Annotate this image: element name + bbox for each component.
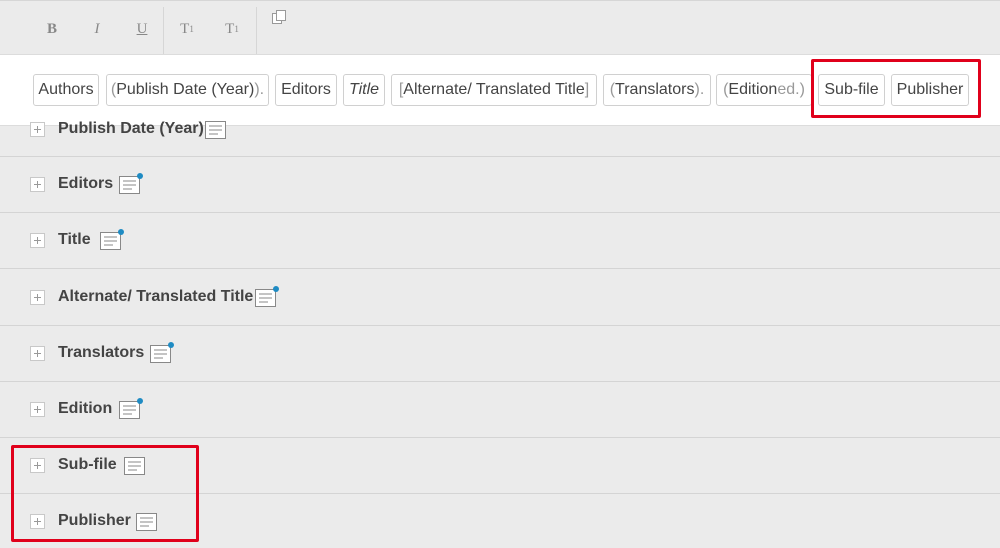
expand-plus-icon[interactable]: [30, 290, 45, 305]
citation-chip-alternate-translated-title[interactable]: [Alternate/ Translated Title]: [391, 74, 597, 106]
bold-button[interactable]: B: [35, 9, 69, 49]
expand-plus-icon[interactable]: [30, 346, 45, 361]
field-row-title: Title: [0, 213, 1000, 269]
italic-button[interactable]: I: [80, 9, 114, 49]
expand-plus-icon[interactable]: [30, 402, 45, 417]
expand-plus-icon[interactable]: [30, 233, 45, 248]
superscript-base: T: [180, 20, 190, 37]
chip-label: Edition: [728, 81, 778, 98]
field-row-publish-date-year: Publish Date (Year): [0, 120, 1000, 157]
chip-suffix: ed.): [777, 81, 805, 98]
expand-plus-icon[interactable]: [30, 122, 45, 137]
superscript-button[interactable]: T1: [170, 9, 204, 49]
field-label: Title: [58, 231, 91, 248]
chip-suffix: ).: [254, 81, 265, 98]
field-label: Translators: [58, 344, 145, 361]
chip-label: Publish Date (Year): [116, 81, 255, 98]
chip-label: Translators: [615, 81, 695, 98]
citation-chip-edition[interactable]: (Edition ed.): [716, 74, 812, 106]
expand-plus-icon[interactable]: [30, 177, 45, 192]
note-icon[interactable]: [150, 342, 174, 363]
toolbar-divider: [163, 7, 164, 55]
note-indicator-dot: [118, 229, 124, 235]
chip-label: Alternate/ Translated Title: [403, 81, 585, 98]
note-icon[interactable]: [119, 398, 143, 419]
superscript-mark: 1: [189, 24, 194, 34]
subscript-mark: 1: [234, 24, 239, 34]
field-label: Publisher: [58, 512, 131, 529]
underline-button[interactable]: U: [125, 9, 159, 49]
field-label: Alternate/ Translated Title: [58, 288, 254, 305]
expand-plus-icon[interactable]: [30, 514, 45, 529]
chip-label: Publisher: [896, 81, 964, 98]
subscript-button[interactable]: T1: [215, 9, 249, 49]
note-indicator-dot: [137, 398, 143, 404]
note-icon[interactable]: [124, 457, 145, 475]
citation-chip-editors[interactable]: Editors: [275, 74, 337, 106]
citation-chip-title[interactable]: Title: [343, 74, 385, 106]
note-icon[interactable]: [136, 513, 157, 531]
field-label: Publish Date (Year): [58, 120, 204, 137]
chip-suffix: ]: [584, 81, 590, 98]
note-indicator-dot: [273, 286, 279, 292]
field-row-publisher: Publisher: [0, 494, 1000, 548]
field-row-edition: Edition: [0, 382, 1000, 438]
citation-chip-sub-file[interactable]: Sub-file: [818, 74, 885, 106]
field-label: Edition: [58, 400, 113, 417]
citation-chip-publisher[interactable]: Publisher: [891, 74, 969, 106]
note-indicator-dot: [168, 342, 174, 348]
chip-label: Editors: [281, 81, 331, 98]
chip-label: Sub-file: [824, 81, 879, 98]
note-indicator-dot: [137, 173, 143, 179]
citation-preview: Authors (Publish Date (Year)). Editors Titl…: [0, 54, 1000, 126]
subscript-base: T: [225, 20, 235, 37]
field-label: Sub-file: [58, 456, 117, 473]
note-icon[interactable]: [205, 121, 226, 139]
citation-chip-authors[interactable]: Authors: [33, 74, 99, 106]
toolbar-divider: [256, 7, 257, 55]
citation-chip-translators[interactable]: (Translators).: [603, 74, 711, 106]
field-row-editors: Editors: [0, 157, 1000, 213]
field-label: Editors: [58, 175, 114, 192]
note-icon[interactable]: [100, 229, 124, 250]
citation-chip-publish-date-year[interactable]: (Publish Date (Year)).: [106, 74, 269, 106]
copy-icon[interactable]: [271, 9, 287, 25]
note-icon[interactable]: [119, 173, 143, 194]
field-row-sub-file: Sub-file: [0, 438, 1000, 494]
expand-plus-icon[interactable]: [30, 458, 45, 473]
chip-suffix: ).: [694, 81, 705, 98]
formatting-toolbar: B I U T1 T1: [0, 0, 1000, 55]
chip-label: Title: [348, 81, 380, 98]
field-row-translators: Translators: [0, 326, 1000, 382]
note-icon[interactable]: [255, 286, 279, 307]
chip-label: Authors: [38, 81, 94, 98]
field-row-alternate-translated-title: Alternate/ Translated Title: [0, 269, 1000, 326]
